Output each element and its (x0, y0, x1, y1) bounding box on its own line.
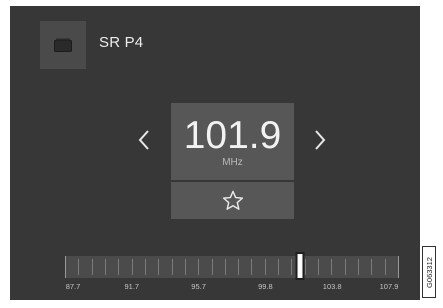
chevron-right-icon (315, 130, 326, 150)
station-header: SR P4 (10, 6, 420, 80)
tuner-tick (212, 259, 213, 275)
favorite-button[interactable] (171, 182, 294, 219)
station-icon-button[interactable] (40, 21, 86, 69)
frequency-tuner-bar[interactable] (65, 256, 399, 278)
chevron-left-icon (138, 130, 149, 150)
tuner-tick (318, 259, 319, 275)
previous-station-button[interactable] (132, 128, 156, 152)
station-name: SR P4 (99, 34, 144, 51)
tuner-edge-right (398, 256, 399, 278)
tuner-tick (78, 259, 79, 275)
tuner-scale-label: 91.7 (124, 282, 140, 291)
tuner-scale-label: 103.8 (322, 282, 342, 291)
tuner-tick (371, 259, 372, 275)
tuner-tick (225, 259, 226, 275)
tuner-tick (291, 259, 292, 275)
tuner-tick (265, 259, 266, 275)
frequency-display[interactable]: 101.9 MHz (171, 103, 294, 180)
radio-screen: SR P4 101.9 MHz 87.7 91.7 95.7 99.8 103.8 107… (10, 6, 420, 300)
tuner-tick (172, 259, 173, 275)
tuner-tick (118, 259, 119, 275)
tuner-tick (251, 259, 252, 275)
tuner-tick (132, 259, 133, 275)
radio-station-icon (54, 38, 72, 52)
figure-code-text: G063312 (424, 256, 434, 288)
tuner-tick (145, 259, 146, 275)
tuner-scale-label: 107.9 (379, 282, 399, 291)
tuner-tick (305, 259, 306, 275)
frequency-value: 101.9 (183, 114, 282, 157)
tuner-scale-label: 95.7 (191, 282, 206, 291)
frequency-unit: MHz (222, 157, 243, 168)
tuner-tick (92, 259, 93, 275)
next-station-button[interactable] (308, 128, 332, 152)
tuner-tick (278, 259, 279, 275)
tuner-tick (385, 259, 386, 275)
tuner-tick (358, 259, 359, 275)
tuner-tick (345, 259, 346, 275)
tuner-slider-handle[interactable] (295, 252, 305, 280)
tuner-tick (185, 259, 186, 275)
tuner-tick (198, 259, 199, 275)
tuner-edge-left (65, 256, 66, 278)
star-outline-icon (222, 190, 243, 210)
tuner-tick (238, 259, 239, 275)
tuner-scale-label: 99.8 (258, 282, 273, 291)
tuner-tick (158, 259, 159, 275)
figure-code-label: G063312 (422, 246, 436, 298)
tuner-scale-label: 87.7 (65, 282, 81, 291)
tuner-tick (331, 259, 332, 275)
tuner-tick (105, 259, 106, 275)
